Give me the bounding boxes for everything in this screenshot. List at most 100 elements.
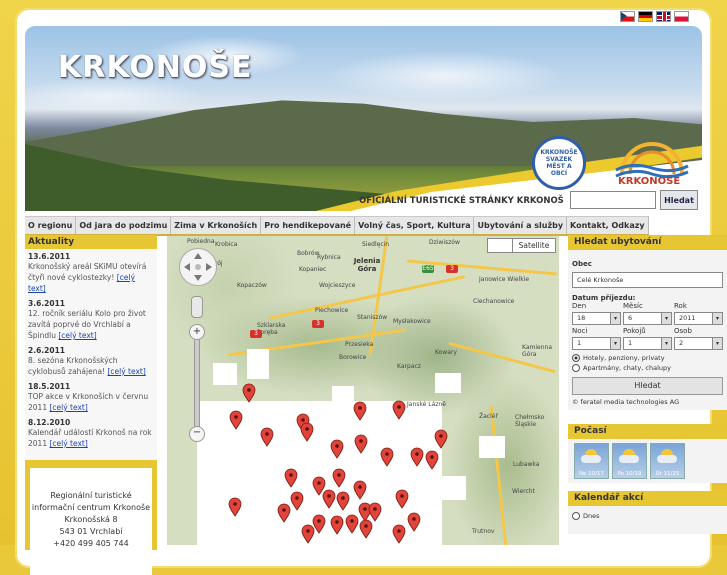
map-pin-icon[interactable]	[228, 497, 242, 517]
mesic-select[interactable]: 6 ▾	[623, 312, 672, 325]
radio-hotels[interactable]: Hotely, penziony, privaty	[572, 354, 723, 362]
map-pin-icon[interactable]	[330, 439, 344, 459]
nav-item-kontakt[interactable]: Kontakt, Odkazy	[567, 217, 649, 234]
map-pin-icon[interactable]	[242, 383, 256, 403]
news-item: 8.12.2010 Kalendář událostí Krkonoš na r…	[28, 418, 154, 449]
noci-select[interactable]: 1 ▾	[572, 337, 621, 350]
flag-de-icon[interactable]	[638, 11, 653, 22]
map-pin-icon[interactable]	[434, 429, 448, 449]
map-pin-icon[interactable]	[410, 447, 424, 467]
noci-label: Noci	[572, 327, 588, 335]
map-pin-icon[interactable]	[332, 468, 346, 488]
feratel-copyright: © feratel media technologies AG	[572, 398, 680, 406]
nav-item-hendikep[interactable]: Pro hendikepované	[261, 217, 356, 234]
map-pin-icon[interactable]	[353, 401, 367, 421]
map-pin-icon[interactable]	[260, 427, 274, 447]
map-pin-dot	[306, 529, 310, 533]
map-pin-dot	[301, 418, 305, 422]
seal-logo[interactable]: KRKONOŠE SVAZEK MĚST A OBCÍ	[532, 136, 586, 190]
obec-label: Obec	[572, 260, 592, 268]
map-pin-icon[interactable]	[392, 524, 406, 544]
radio-hotels-label: Hotely, penziony, privaty	[583, 354, 665, 362]
radio-apartments[interactable]: Apartmány, chaty, chalupy	[572, 364, 723, 372]
weather-day[interactable]: Ne 10/17	[574, 443, 609, 479]
map-pin-dot	[327, 494, 331, 498]
map-pin-icon[interactable]	[368, 502, 382, 522]
map-pin-icon[interactable]	[359, 519, 373, 539]
nav-item-zima[interactable]: Zima v Krkonoších	[171, 217, 262, 234]
map-pin-dot	[415, 452, 419, 456]
map-pin-icon[interactable]	[345, 514, 359, 534]
map-pin-icon[interactable]	[353, 480, 367, 500]
news-more-link[interactable]: [celý text]	[49, 439, 87, 448]
map-pin-dot	[295, 496, 299, 500]
news-column: Aktuality 13.6.2011 Krkonošský areál SKi…	[25, 235, 157, 466]
site-search-input[interactable]	[570, 191, 656, 209]
nav-item-volny-cas[interactable]: Volný čas, Sport, Kultura	[355, 217, 475, 234]
map-pin-icon[interactable]	[284, 468, 298, 488]
map-pin-dot	[247, 388, 251, 392]
flag-gb-icon[interactable]	[656, 11, 671, 22]
den-select[interactable]: 18 ▾	[572, 312, 621, 325]
weather-day-label: Út 11/25	[655, 471, 680, 477]
map-pin-icon[interactable]	[330, 515, 344, 535]
site-subtitle: OFICIÁLNÍ TURISTICKÉ STRÁNKY KRKONOŠ	[359, 196, 564, 206]
mesic-label: Měsíc	[623, 302, 643, 310]
map-pin-icon[interactable]	[407, 512, 421, 532]
map-pin-icon[interactable]	[392, 400, 406, 420]
map-pin-icon[interactable]	[290, 491, 304, 511]
flag-cz-icon[interactable]	[620, 11, 635, 22]
info-center-box: Regionální turistické informační centrum…	[25, 460, 157, 575]
map-pin-icon[interactable]	[277, 503, 291, 523]
weather-title: Počasí	[568, 424, 727, 439]
map-pin-icon[interactable]	[312, 514, 326, 534]
map-pin-icon[interactable]	[301, 524, 315, 544]
pokoji-select[interactable]: 1 ▾	[623, 337, 672, 350]
accommodation-search-button[interactable]: Hledat	[572, 377, 723, 395]
den-label: Den	[572, 302, 587, 310]
news-item: 2.6.2011 8. sezóna Krkonošských cyklobus…	[28, 346, 154, 377]
flag-pl-icon[interactable]	[674, 11, 689, 22]
news-more-link[interactable]: [celý text]	[107, 367, 145, 376]
news-more-link[interactable]: [celý text]	[58, 331, 96, 340]
osob-value: 2	[679, 339, 684, 347]
map-pin-icon[interactable]	[358, 502, 372, 522]
news-item: 13.6.2011 Krkonošský areál SKiMU otevírá…	[28, 252, 154, 294]
mesic-value: 6	[628, 314, 633, 322]
weather-day-label: Ne 10/17	[578, 471, 605, 477]
krkonose-logo-icon[interactable]	[612, 140, 692, 180]
weather-day[interactable]: Út 11/25	[650, 443, 685, 479]
calendar-today[interactable]: Dnes	[572, 512, 723, 520]
map-pin-icon[interactable]	[395, 489, 409, 509]
map-pin-icon[interactable]	[425, 450, 439, 470]
language-flags	[620, 11, 689, 22]
obec-select[interactable]: Celé Krkonoše	[572, 272, 723, 288]
site-search-button[interactable]: Hledat	[660, 190, 698, 210]
map-pin-icon[interactable]	[322, 489, 336, 509]
map-pin-dot	[335, 520, 339, 524]
map-pin-icon[interactable]	[229, 410, 243, 430]
map-pin-icon[interactable]	[300, 422, 314, 442]
news-date: 2.6.2011	[28, 346, 66, 355]
weather-day[interactable]: Po 10/19	[612, 443, 647, 479]
nav-item-o-regionu[interactable]: O regionu	[25, 217, 77, 234]
news-more-link[interactable]: [celý text]	[49, 403, 87, 412]
brand-title[interactable]: KRKONOŠE	[58, 50, 252, 85]
nav-item-ubytovani[interactable]: Ubytování a služby	[474, 217, 568, 234]
calendar-title: Kalendář akcí	[568, 491, 727, 506]
map-pin-icon[interactable]	[380, 447, 394, 467]
nav-item-jaro-podzim[interactable]: Od jara do podzimu	[76, 217, 172, 234]
osob-select[interactable]: 2 ▾	[674, 337, 723, 350]
map-pin-icon[interactable]	[354, 434, 368, 454]
map-pin-dot	[358, 406, 362, 410]
rok-select[interactable]: 2011 ▾	[674, 312, 723, 325]
rok-value: 2011	[679, 314, 696, 322]
map-pin-icon[interactable]	[312, 476, 326, 496]
news-date: 13.6.2011	[28, 252, 71, 261]
map-pin-icon[interactable]	[336, 491, 350, 511]
map-pin-dot	[335, 444, 339, 448]
map-pin-dot	[305, 427, 309, 431]
info-line: +420 499 405 744	[53, 539, 129, 548]
news-text: TOP akce v Krkonoších v červnu 2011	[28, 392, 149, 412]
accommodation-map[interactable]: Jelenia Góra Pobiedna Krobica Zdrój Sied…	[167, 236, 559, 545]
